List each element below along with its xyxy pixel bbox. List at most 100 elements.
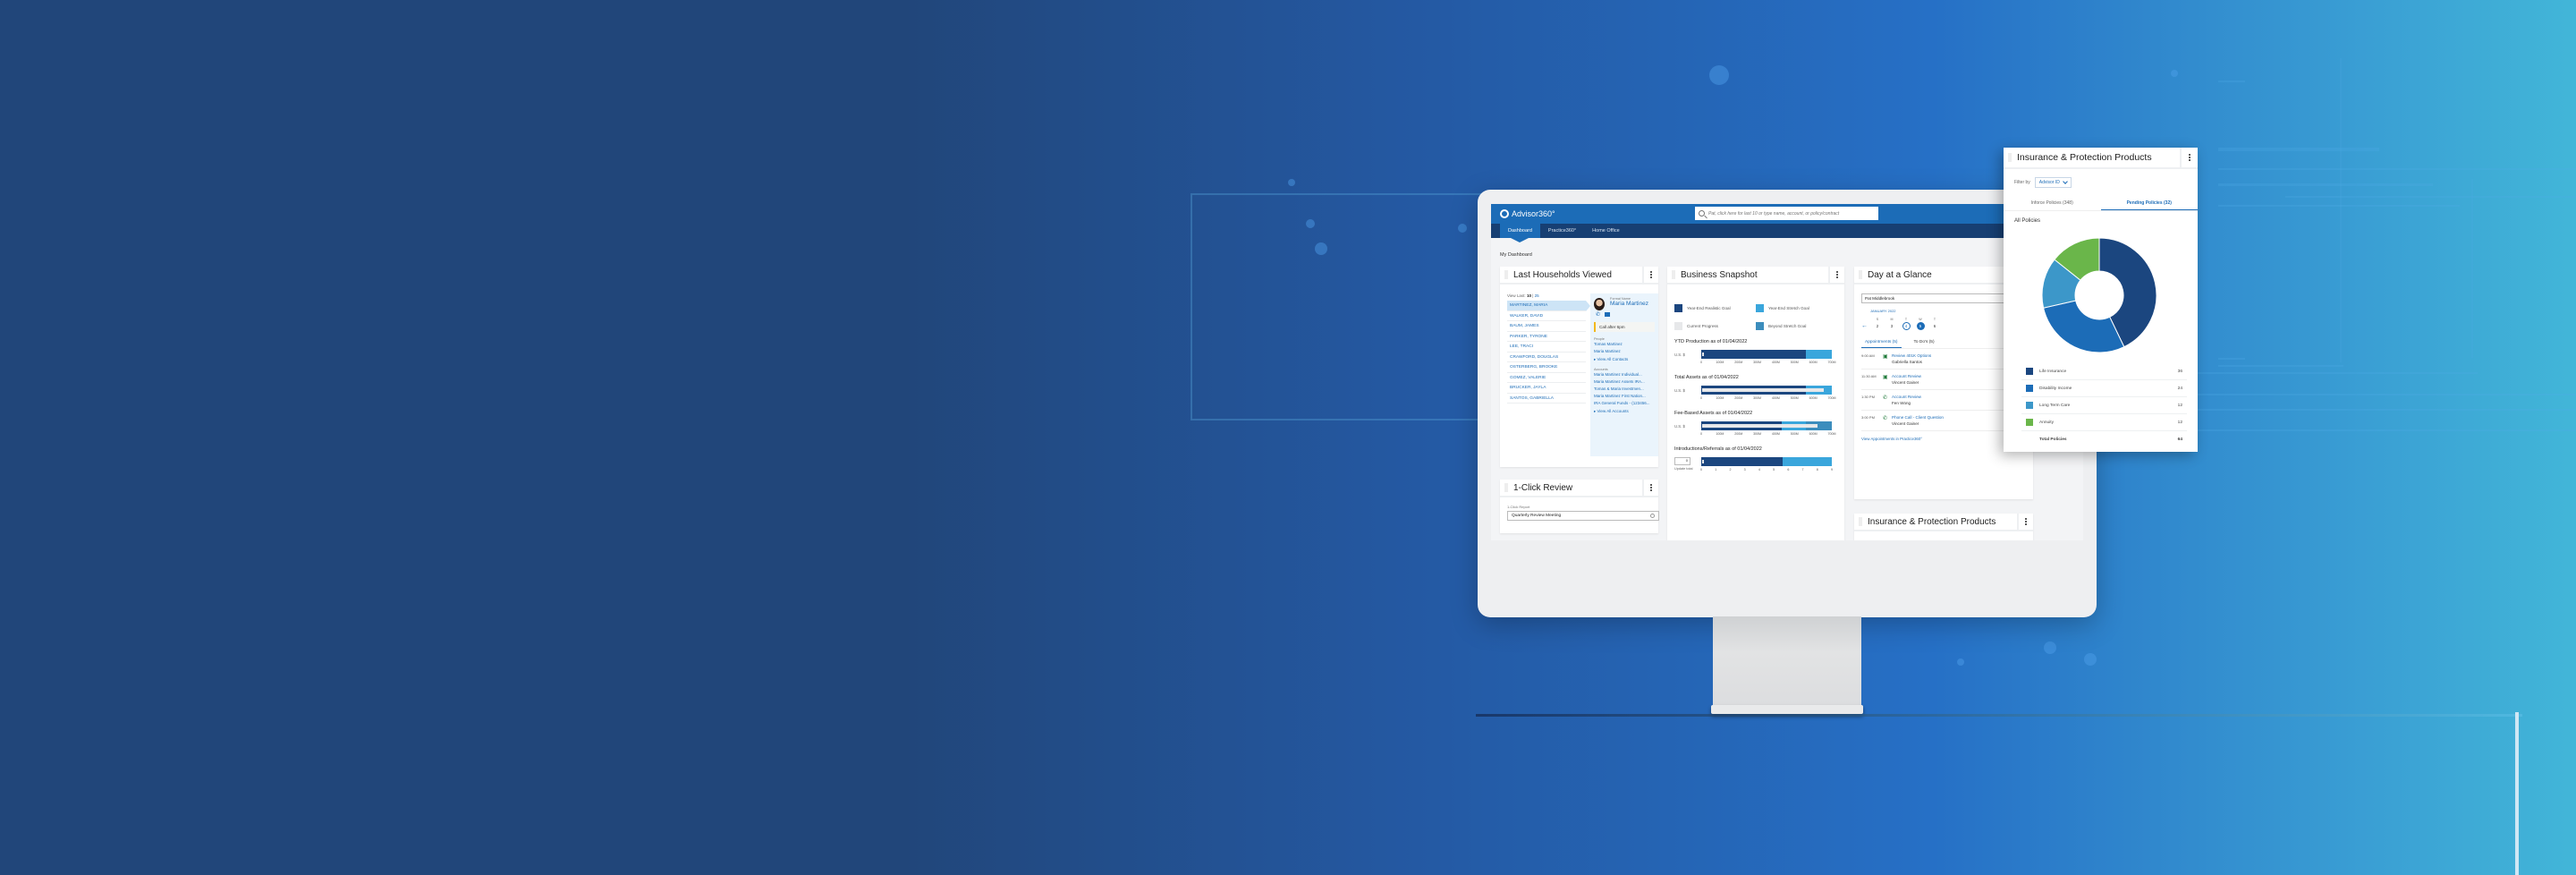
drag-handle-icon[interactable] [2008, 153, 2012, 162]
tab-pending-policies[interactable]: Pending Policies (32) [2100, 200, 2198, 210]
person-link[interactable]: Maria Martinez [1594, 348, 1655, 355]
update-total-input[interactable]: 0 [1674, 457, 1690, 465]
person-link[interactable]: Tomas Martinez [1594, 341, 1655, 348]
legend-swatch [1756, 322, 1764, 330]
household-item[interactable]: GOMEZ, VALERIE [1507, 373, 1586, 383]
household-item[interactable]: PARKER, TYRONE [1507, 332, 1586, 342]
bullet-bar-row: 0 Update total 0 1 2 3 4 5 6 7 8 9 [1667, 452, 1844, 473]
appointment-item: 9:00 AM ▣ Review 401K Options Gabriella S… [1861, 349, 2026, 370]
household-detail: Formal Name Maria Martinez ✆ Call after … [1590, 293, 1658, 456]
appointment-link[interactable]: Account Review [1892, 395, 1921, 399]
kebab-menu-icon[interactable] [1642, 480, 1658, 496]
appointment-link[interactable]: Review 401K Options [1892, 353, 1931, 358]
filter-select[interactable]: Advisor ID [2034, 177, 2072, 188]
tab-appointments[interactable]: Appointments (5) [1861, 337, 1902, 348]
decorative-dot [1288, 179, 1295, 186]
appointment-link[interactable]: Account Review [1892, 374, 1921, 378]
account-link[interactable]: Maria Martinez Assets IRA... [1594, 378, 1655, 386]
tab-inforce-policies[interactable]: Inforce Policies (348) [2004, 200, 2101, 210]
account-link[interactable]: Maria Martinez Individual... [1594, 371, 1655, 378]
households-card: Last Households Viewed View Last: 10 | 2… [1500, 267, 1658, 467]
decorative-dot [1306, 219, 1315, 228]
bar-axis: 0 100M 200M 300M 400M 500M 600M 700M [1700, 432, 1836, 438]
household-item[interactable]: BRUCKER, JAYLA [1507, 383, 1586, 394]
calendar-day[interactable]: W5 [1913, 318, 1928, 330]
axis-tick-label: 600M [1809, 361, 1818, 364]
app-logo[interactable]: Advisor360° [1500, 209, 1555, 218]
household-item[interactable]: WALKER, DAVID [1507, 311, 1586, 321]
view-last-10[interactable]: 10 [1527, 293, 1531, 298]
household-item[interactable]: OSTERBERG, BROOKE [1507, 362, 1586, 373]
view-all-contacts-link[interactable]: ▸ View All Contacts [1594, 357, 1655, 362]
drag-handle-icon[interactable] [1859, 270, 1862, 279]
main-nav: Dashboard Practice360° Home Office PROFI… [1491, 224, 2083, 238]
household-item[interactable]: LEE, TRACI [1507, 342, 1586, 353]
household-item[interactable]: MARTINEZ, MARIA [1507, 301, 1590, 311]
decorative-line [2218, 148, 2379, 151]
tab-home-office[interactable]: Home Office [1584, 224, 1627, 238]
account-link[interactable]: Tomas & Maria Investmen... [1594, 386, 1655, 393]
bar-unit-label: U.S. $ [1674, 353, 1685, 357]
drag-handle-icon[interactable] [1504, 270, 1508, 279]
tab-dashboard[interactable]: Dashboard [1500, 224, 1540, 238]
formal-name[interactable]: Maria Martinez [1610, 301, 1655, 307]
axis-tick-label: 400M [1771, 396, 1780, 400]
axis-tick-label: 0 [1700, 361, 1702, 364]
previous-week-arrow-icon[interactable]: ← [1861, 323, 1870, 329]
axis-tick-label: 300M [1753, 396, 1762, 400]
advisor-select[interactable]: Pat Middlebrook [1861, 293, 2026, 303]
chevron-down-icon [2063, 179, 2068, 184]
view-all-accounts-link[interactable]: ▸ View All Accounts [1594, 409, 1655, 414]
bullet-bar-row: U.S. $ 0 100M 200M 300M 400M 500M 600M 700M [1667, 416, 1844, 438]
axis-tick-label: 4 [1758, 468, 1760, 471]
appointment-item: 1:30 PM ✆ Account Review Fen Wong [1861, 390, 2026, 411]
household-item[interactable]: CRAWFORD, DOUGLAS [1507, 353, 1586, 362]
legend-swatch [1756, 304, 1764, 312]
global-search[interactable] [1695, 207, 1878, 220]
appointment-link[interactable]: Phone Call - Client Question [1892, 415, 1944, 420]
bar-track [1701, 421, 1832, 430]
kebab-menu-icon[interactable] [2017, 514, 2033, 530]
phone-icon[interactable]: ✆ [1596, 311, 1600, 318]
mail-icon[interactable] [1605, 312, 1611, 317]
kebab-menu-icon[interactable] [1828, 267, 1844, 283]
avatar [1594, 298, 1605, 310]
account-link[interactable]: Maria Martinez First Nation... [1594, 393, 1655, 400]
axis-tick-label: 5 [1773, 468, 1775, 471]
clear-icon[interactable] [1650, 514, 1655, 518]
filter-label: Filter by [2014, 180, 2030, 185]
app-header: Advisor360° ▭ Feedback [1491, 204, 2083, 224]
monitor-stand [1713, 616, 1861, 706]
axis-tick-label: 8 [1816, 468, 1818, 471]
legend-swatch [2026, 385, 2033, 392]
kebab-menu-icon[interactable] [1642, 267, 1658, 283]
tab-practice360[interactable]: Practice360° [1540, 224, 1584, 238]
calendar-day[interactable]: S2 [1870, 318, 1885, 330]
calendar-day[interactable]: M3 [1885, 318, 1899, 330]
drag-handle-icon[interactable] [1859, 517, 1862, 526]
view-last-25[interactable]: 25 [1535, 293, 1539, 298]
calendar-day[interactable]: T4 [1899, 318, 1913, 330]
stretch-goal-bar [1782, 457, 1832, 466]
household-item[interactable]: BAUM, JAMES [1507, 321, 1586, 332]
card-title: Insurance & Protection Products [1868, 516, 1996, 527]
account-link[interactable]: IRA General Funds - (123456... [1594, 400, 1655, 407]
one-click-report-select[interactable]: Quarterly Review Meeting [1507, 511, 1659, 521]
view-appointments-link[interactable]: View Appointments in Practice360° [1861, 437, 2026, 441]
calendar-day[interactable]: T6 [1928, 318, 1942, 330]
axis-tick-label: 300M [1753, 361, 1762, 364]
donut-slice-disability-income[interactable] [2043, 300, 2125, 353]
decorative-line [2218, 205, 2460, 207]
axis-tick-label: 200M [1734, 361, 1743, 364]
drag-handle-icon[interactable] [1672, 270, 1675, 279]
drag-handle-icon[interactable] [1504, 483, 1508, 492]
appointment-item: 11:30 AM ▣ Account Review Vincent Gainer [1861, 370, 2026, 390]
household-note: Call after 6pm [1594, 322, 1655, 332]
decorative-dot [1458, 224, 1467, 233]
search-input[interactable] [1708, 210, 1869, 217]
logo-icon [1500, 209, 1509, 218]
household-item[interactable]: SANTOS, GABRIELLA [1507, 394, 1586, 404]
kebab-menu-icon[interactable] [2180, 148, 2198, 167]
decorative-dot [1315, 242, 1327, 255]
tab-todos[interactable]: To Do's (5) [1911, 337, 1938, 348]
